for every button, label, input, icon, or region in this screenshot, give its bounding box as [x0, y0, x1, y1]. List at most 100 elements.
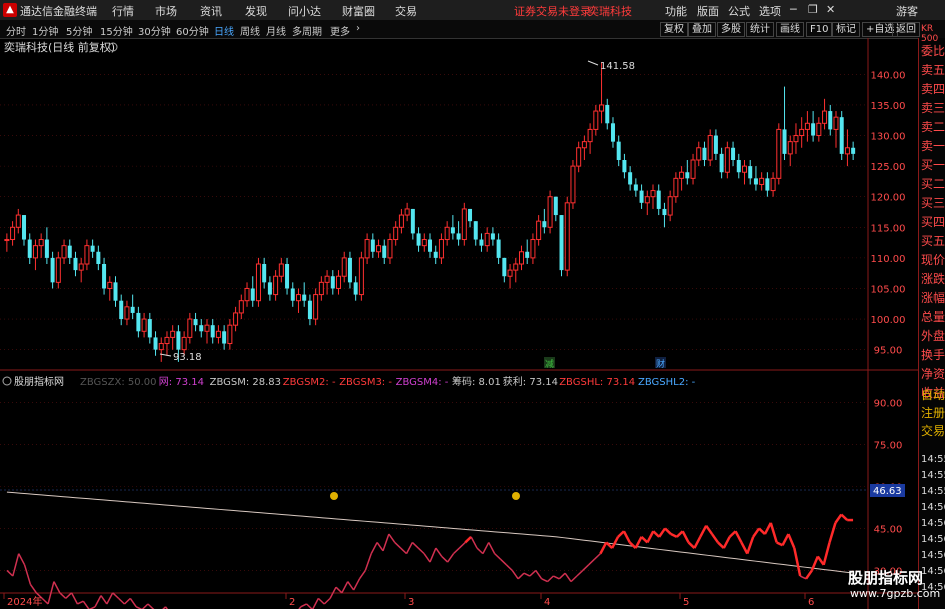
toolbar-button[interactable]: 标记	[832, 22, 860, 37]
settings-icon[interactable]	[2, 376, 12, 386]
panel-action[interactable]: 注册	[921, 404, 945, 421]
zbgsm-segment	[464, 535, 472, 544]
zbgsm-segment	[564, 572, 572, 583]
period-tab[interactable]: 30分钟	[138, 23, 171, 38]
menu-item[interactable]: 行情	[112, 3, 134, 19]
menu-item[interactable]: 公式	[728, 3, 750, 19]
candle-body-down	[610, 123, 615, 142]
price-tick-label: 125.00	[871, 162, 906, 173]
zbgsm-segment	[787, 533, 796, 549]
zbgsm-segment	[734, 530, 743, 544]
quote-field-label: 买四	[921, 215, 945, 229]
indicator-value: ZBGSM3: -	[339, 377, 392, 388]
zbgsm-segment	[834, 513, 843, 524]
tick-time: 14:56	[921, 550, 945, 561]
candle-body-down	[67, 245, 72, 258]
candle-body-up	[484, 232, 490, 247]
candle-body-down	[433, 251, 438, 258]
zbgsm-segment	[488, 542, 496, 554]
menu-item[interactable]: 财富圈	[342, 3, 375, 19]
toolbar-button[interactable]: 画线	[776, 22, 804, 37]
toolbar-button[interactable]: 叠加	[688, 22, 716, 37]
period-tab[interactable]: 15分钟	[100, 23, 133, 38]
candle-body-down	[22, 215, 27, 240]
guest-label[interactable]: 游客	[896, 3, 918, 19]
quote-field-label: 涨跌	[921, 272, 945, 286]
candle-body-up	[295, 294, 301, 302]
candle-body-down	[479, 239, 484, 246]
quote-field-label: 卖五	[921, 63, 945, 77]
candle-body-up	[341, 257, 347, 277]
period-tab[interactable]: 1分钟	[32, 23, 58, 38]
price-tick-label: 105.00	[871, 284, 906, 295]
price-axis: 140.00 135.00 130.00 125.00 120.00 115.00 110.…	[871, 70, 906, 356]
zbgsm-segment	[622, 530, 631, 544]
toolbar-button[interactable]: F10	[806, 22, 833, 37]
period-tab[interactable]: 分时	[6, 23, 26, 38]
menu-item[interactable]: 版面	[697, 3, 719, 19]
zbgsm-segment	[352, 578, 361, 591]
menu-item[interactable]: 问小达	[288, 3, 321, 19]
time-axis-label: 3	[408, 597, 414, 608]
zbgsm-segment	[123, 597, 131, 605]
zbgsm-segment	[141, 603, 149, 609]
period-tab[interactable]: 更多	[330, 23, 350, 38]
candle-body-up	[822, 110, 828, 124]
period-tab[interactable]: 多周期	[292, 23, 322, 38]
close-icon[interactable]: ✕	[826, 3, 835, 16]
menu-item[interactable]: 市场	[155, 3, 177, 19]
candle-body-down	[456, 233, 461, 240]
zbgsm-segment	[306, 603, 313, 609]
menu-item[interactable]: 功能	[665, 3, 687, 19]
zbgsm-segment	[435, 547, 443, 557]
menu-item[interactable]: 发现	[245, 3, 267, 19]
quote-field-label: 卖一	[921, 139, 945, 153]
menu-item[interactable]: 交易	[395, 3, 417, 19]
menu-item[interactable]: 选项	[759, 3, 781, 19]
zbgsm-segment	[335, 586, 343, 594]
period-tab[interactable]: 周线	[240, 23, 260, 38]
candle-body-down	[250, 288, 255, 301]
toolbar-button[interactable]: 复权	[660, 22, 688, 37]
grid-lines	[0, 74, 868, 571]
period-tab[interactable]: 60分钟	[176, 23, 209, 38]
toolbar-button[interactable]: 返回	[892, 22, 920, 37]
candle-body-up	[324, 275, 330, 283]
candle-body-up	[570, 165, 576, 204]
period-tab[interactable]: 5分钟	[66, 23, 92, 38]
zbgsm-segment	[441, 555, 449, 563]
zbgsm-segment	[722, 536, 731, 549]
app-name: 通达信金融终端	[20, 5, 97, 18]
candle-body-up	[61, 245, 67, 259]
zbgsm-segment	[746, 536, 755, 555]
price-tick-label: 135.00	[871, 101, 906, 112]
candle-body-up	[15, 214, 21, 228]
candle-body-up	[215, 330, 221, 338]
period-tab[interactable]: 月线	[266, 23, 286, 38]
indicator-value: ZBGSZX: 50.00	[80, 377, 157, 388]
indicator-header: 股朋指标网 ZBGSZX: 50.00 网: 73.14 ZBGSM: 28.83 Z…	[2, 375, 696, 388]
zbgsm-segment	[423, 553, 431, 563]
time-axis-label: 6	[808, 597, 814, 608]
login-notice[interactable]: 证券交易未登录	[514, 3, 591, 19]
chevron-right-icon[interactable]: ›	[356, 23, 360, 34]
minimize-icon[interactable]: ─	[790, 3, 797, 16]
candle-body-down	[267, 282, 272, 295]
panel-action[interactable]: 自动	[921, 386, 945, 403]
candle-body-up	[421, 239, 427, 247]
candle-body-down	[347, 257, 352, 283]
time-axis-label: 5	[683, 597, 689, 608]
candle-body-up	[844, 147, 850, 155]
toolbar-button[interactable]: 多股	[717, 22, 745, 37]
panel-action[interactable]: 交易	[921, 422, 945, 439]
candle-body-down	[713, 135, 718, 154]
candle-body-up	[679, 171, 685, 179]
zbgsm-segment	[311, 598, 320, 609]
period-tab-active[interactable]: 日线	[214, 23, 234, 38]
chart-area[interactable]: 140.00 135.00 130.00 125.00 120.00 115.00 110.…	[0, 38, 918, 609]
candle-body-up	[10, 226, 16, 241]
candle-body-down	[782, 129, 787, 154]
toolbar-button[interactable]: 统计	[746, 22, 774, 37]
restore-icon[interactable]: ❐	[808, 3, 818, 16]
menu-item[interactable]: 资讯	[200, 3, 222, 19]
